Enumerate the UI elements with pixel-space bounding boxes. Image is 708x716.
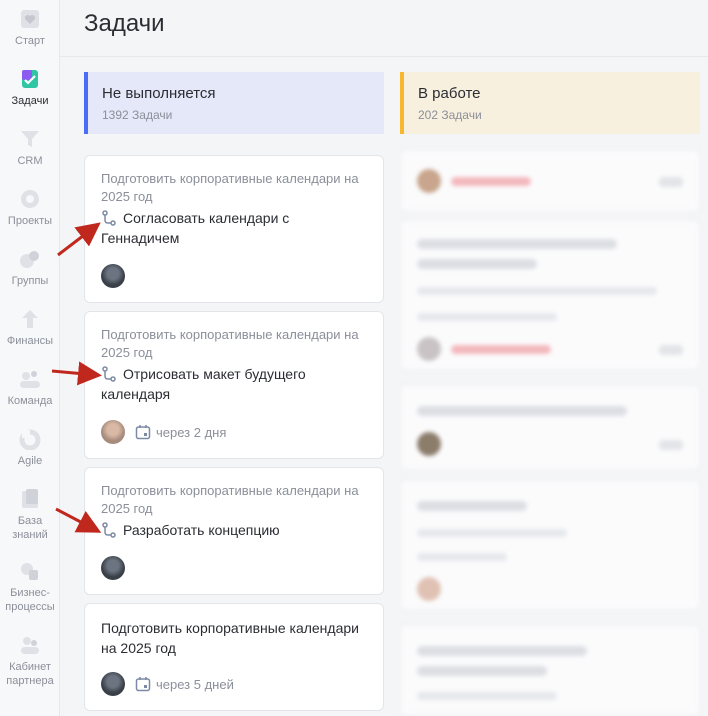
task-title: Разработать концепцию <box>101 520 367 540</box>
parent-task-label: Подготовить корпоративные календари на 2… <box>101 171 359 204</box>
sidebar-item-start[interactable]: Старт <box>0 8 60 48</box>
task-title: Подготовить корпоративные календари на 2… <box>101 620 359 656</box>
sidebar-item-projects[interactable]: Проекты <box>0 188 60 228</box>
task-card[interactable]: Подготовить корпоративные календари на 2… <box>84 311 384 459</box>
column-count: 1392 Задачи <box>102 108 173 122</box>
card-footer <box>101 264 125 288</box>
parent-task-label: Подготовить корпоративные календари на 2… <box>101 483 359 516</box>
sidebar: Старт Задачи CRM Проекты Группы Финансы … <box>0 0 60 716</box>
sidebar-item-agile[interactable]: Agile <box>0 428 60 468</box>
task-title-text: Согласовать календари с Геннадичем <box>101 210 290 246</box>
task-card[interactable]: Подготовить корпоративные календари на 2… <box>84 155 384 303</box>
partner-cabinet-icon <box>21 637 39 654</box>
card-footer: через 2 дня <box>101 420 226 444</box>
subtask-icon <box>102 210 116 226</box>
subtask-icon <box>102 366 116 382</box>
knowledge-base-icon <box>22 489 38 508</box>
blurred-task-card[interactable] <box>400 480 700 610</box>
column-header-not-started[interactable]: Не выполняется 1392 Задачи <box>84 72 384 134</box>
task-title: Отрисовать макет будущего календаря <box>101 364 367 404</box>
task-title-text: Отрисовать макет будущего календаря <box>101 366 306 402</box>
card-footer: через 5 дней <box>101 672 234 696</box>
task-title-text: Разработать концепцию <box>123 522 280 538</box>
blurred-task-card[interactable] <box>400 150 700 212</box>
subtask-icon <box>102 522 116 538</box>
card-footer <box>101 556 125 580</box>
avatar[interactable] <box>101 556 125 580</box>
blurred-task-card[interactable] <box>400 220 700 370</box>
sidebar-item-team[interactable]: Команда <box>0 368 60 408</box>
column-count: 202 Задачи <box>418 108 482 122</box>
blurred-task-card[interactable] <box>400 625 700 716</box>
parent-task-label: Подготовить корпоративные календари на 2… <box>101 327 359 360</box>
tasks-icon <box>22 70 38 88</box>
sidebar-item-tasks[interactable]: Задачи <box>0 68 60 108</box>
sidebar-item-knowledge-base[interactable]: База знаний <box>0 488 60 542</box>
heart-icon <box>21 10 39 28</box>
finance-icon <box>22 310 38 328</box>
team-icon <box>20 371 40 388</box>
page-title: Задачи <box>84 10 165 37</box>
due-date-text: через 5 дней <box>156 676 234 692</box>
sidebar-item-crm[interactable]: CRM <box>0 128 60 168</box>
due-date[interactable]: через 2 дня <box>135 424 226 440</box>
due-date[interactable]: через 5 дней <box>135 676 234 692</box>
column-title: В работе <box>418 85 481 102</box>
crm-icon <box>21 131 39 147</box>
projects-icon <box>21 190 39 208</box>
due-date-text: через 2 дня <box>156 424 227 440</box>
task-card[interactable]: Подготовить корпоративные календари на 2… <box>84 467 384 595</box>
avatar[interactable] <box>101 264 125 288</box>
avatar[interactable] <box>101 420 125 444</box>
task-card[interactable]: Подготовить корпоративные календари на 2… <box>84 603 384 711</box>
avatar[interactable] <box>101 672 125 696</box>
column-header-in-progress[interactable]: В работе 202 Задачи <box>400 72 700 134</box>
groups-icon <box>20 251 39 268</box>
column-title: Не выполняется <box>102 85 216 102</box>
sidebar-item-business-processes[interactable]: Бизнес-процессы <box>0 560 60 614</box>
sidebar-item-finance[interactable]: Финансы <box>0 308 60 348</box>
sidebar-item-partner-cabinet[interactable]: Кабинет партнера <box>0 634 60 688</box>
blurred-task-card[interactable] <box>400 385 700 470</box>
page-header: Задачи <box>60 0 708 57</box>
business-process-icon <box>21 563 38 580</box>
agile-icon <box>19 429 41 450</box>
sidebar-item-groups[interactable]: Группы <box>0 248 60 288</box>
calendar-icon <box>135 425 151 440</box>
task-title: Согласовать календари с Геннадичем <box>101 208 367 248</box>
calendar-icon <box>135 677 151 692</box>
